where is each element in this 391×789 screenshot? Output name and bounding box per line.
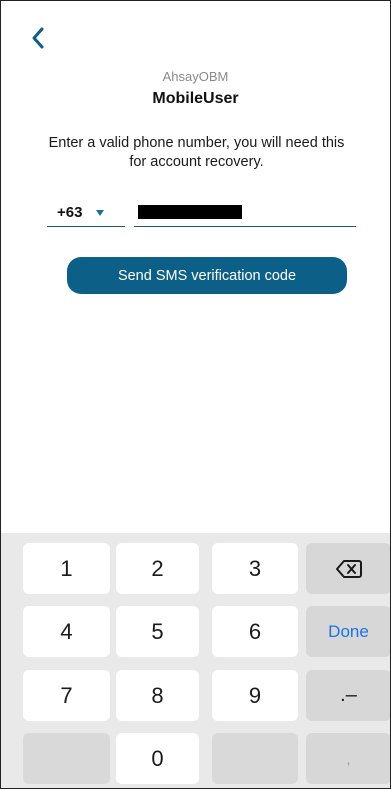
empty-key-right <box>212 733 298 784</box>
send-sms-button[interactable]: Send SMS verification code <box>67 257 347 294</box>
key-9[interactable]: 9 <box>212 670 298 721</box>
key-7[interactable]: 7 <box>23 670 110 721</box>
done-key[interactable]: Done <box>306 606 390 657</box>
empty-key-left <box>23 733 110 784</box>
caret-down-icon <box>96 209 105 216</box>
user-name: MobileUser <box>152 90 239 107</box>
key-5[interactable]: 5 <box>116 606 199 657</box>
comma-key[interactable]: , <box>306 733 390 784</box>
numeric-keyboard: 1 2 3 4 5 6 Done 7 8 9 .– 0 , <box>1 533 390 788</box>
country-code-value: +63 <box>57 204 83 221</box>
key-6[interactable]: 6 <box>212 606 298 657</box>
chevron-left-icon <box>32 27 44 49</box>
back-button[interactable] <box>23 23 53 53</box>
key-2[interactable]: 2 <box>116 543 199 594</box>
phone-number-input[interactable] <box>134 199 356 227</box>
key-8[interactable]: 8 <box>116 670 199 721</box>
key-0[interactable]: 0 <box>116 733 199 784</box>
redacted-phone-value <box>138 205 242 219</box>
key-3[interactable]: 3 <box>212 543 298 594</box>
punctuation-key[interactable]: .– <box>306 670 390 721</box>
backspace-icon <box>335 559 362 578</box>
country-code-dropdown[interactable]: +63 <box>47 199 125 227</box>
screen: AhsayOBM MobileUser Enter a valid phone … <box>0 0 391 789</box>
instructions-text: Enter a valid phone number, you will nee… <box>48 135 345 170</box>
app-name: AhsayOBM <box>162 69 229 84</box>
key-4[interactable]: 4 <box>23 606 110 657</box>
backspace-key[interactable] <box>306 543 390 594</box>
key-1[interactable]: 1 <box>23 543 110 594</box>
